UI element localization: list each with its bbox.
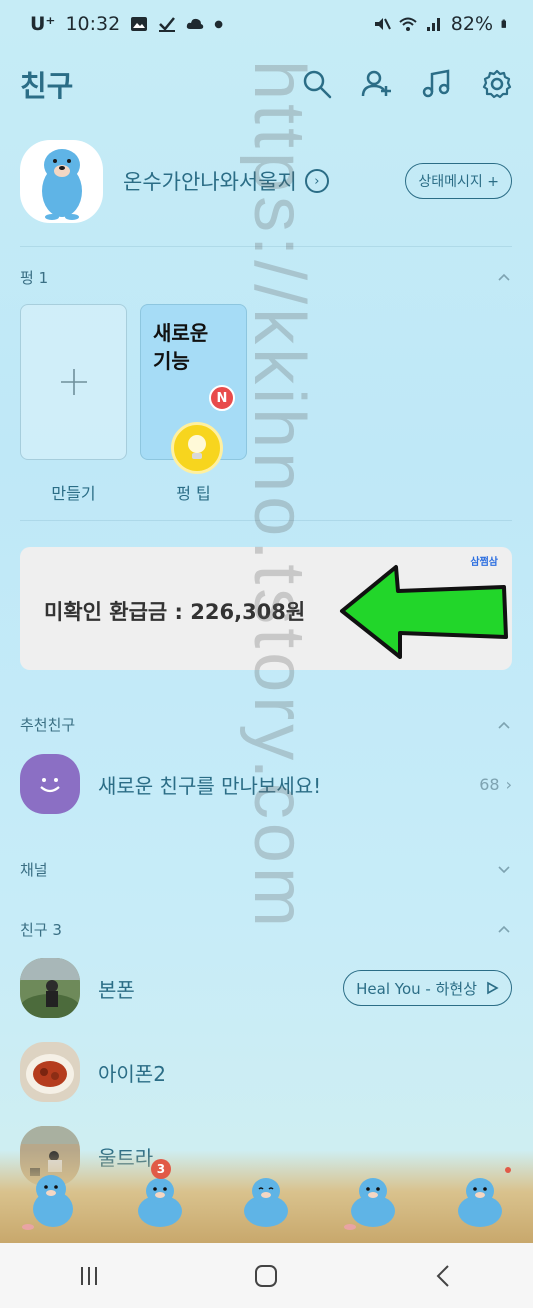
- tab-chats[interactable]: 3: [125, 1159, 195, 1235]
- music-title: Heal You - 하현상: [356, 979, 477, 998]
- home-icon[interactable]: [252, 1262, 280, 1290]
- new-badge: N: [209, 385, 235, 411]
- channel-section-label: 채널: [20, 861, 48, 879]
- recommended-friend-row[interactable]: 새로운 친구를 만나보세요! 68 ›: [20, 754, 512, 814]
- status-message-button[interactable]: 상태메시지 +: [405, 163, 512, 199]
- mascot-icon: [457, 1178, 502, 1227]
- smile-icon: [20, 754, 80, 814]
- search-icon[interactable]: [301, 68, 333, 100]
- my-avatar[interactable]: [20, 139, 103, 223]
- my-profile-row[interactable]: 온수가안나와서울지 › 상태메시지 +: [20, 138, 512, 224]
- carrier-label: U⁺: [30, 13, 56, 35]
- notification-dot-icon: ●: [214, 18, 223, 30]
- chevron-up-icon[interactable]: [497, 922, 511, 936]
- tip-card-title: 새로운 기능: [153, 321, 209, 373]
- tab-friends[interactable]: [18, 1165, 88, 1235]
- mascot-avatar-icon: [41, 149, 82, 220]
- page-title: 친구: [20, 69, 74, 103]
- checkbox-icon: [159, 17, 176, 32]
- divider: [20, 520, 512, 521]
- battery-percent: 82%: [450, 13, 493, 35]
- friend-name: 아이폰2: [98, 1061, 166, 1086]
- friends-section-label: 친구 3: [20, 921, 62, 939]
- mascot-icon: [244, 1178, 289, 1227]
- friend-name: 본폰: [98, 977, 135, 1002]
- system-navigation-bar: [0, 1243, 533, 1308]
- plus-icon: [60, 369, 87, 395]
- ad-banner[interactable]: 삼쩜삼 미확인 환급금 : 226,308원: [20, 547, 512, 670]
- mute-icon: [374, 18, 391, 30]
- recommended-text: 새로운 친구를 만나보세요!: [98, 773, 322, 798]
- chevron-up-icon[interactable]: [497, 270, 511, 284]
- tab-shopping[interactable]: [338, 1165, 408, 1235]
- app-header: 친구: [0, 56, 533, 112]
- status-time: 10:32: [65, 13, 121, 35]
- mascot-icon: [344, 1178, 396, 1230]
- recommended-section-label: 추천친구: [20, 716, 76, 734]
- pyeong-tip-card[interactable]: 새로운 기능 N: [140, 304, 247, 474]
- battery-icon: [501, 19, 506, 28]
- signal-icon: [426, 18, 440, 31]
- tab-view[interactable]: [231, 1165, 301, 1235]
- unread-badge: 3: [150, 1159, 171, 1179]
- back-icon[interactable]: [430, 1262, 458, 1290]
- bottom-tab-bar: 3: [0, 1150, 533, 1243]
- pyeong-section-label: 펑 1: [20, 269, 49, 287]
- friend-row[interactable]: 본폰 Heal You - 하현상: [20, 958, 512, 1018]
- status-bar: U⁺ 10:32 ● 82%: [0, 0, 533, 48]
- recent-apps-icon[interactable]: [75, 1262, 103, 1290]
- recommended-count: 68 ›: [479, 775, 512, 794]
- pyeong-tip-label: 펑 팁: [176, 484, 211, 503]
- divider: [20, 246, 512, 247]
- profile-music-button[interactable]: Heal You - 하현상: [343, 970, 512, 1006]
- create-pyeong-card[interactable]: [20, 304, 127, 460]
- chevron-right-circle-icon: ›: [304, 169, 329, 193]
- add-friend-icon[interactable]: [361, 68, 393, 100]
- music-icon[interactable]: [421, 68, 453, 100]
- chevron-up-icon[interactable]: [497, 718, 511, 732]
- chevron-down-icon[interactable]: [497, 862, 511, 876]
- new-dot-indicator: [504, 1167, 511, 1173]
- play-icon: [487, 981, 499, 995]
- green-arrow-icon: [340, 565, 508, 659]
- gallery-icon: [131, 17, 148, 31]
- lightbulb-icon: [171, 422, 223, 474]
- friend-avatar[interactable]: [20, 958, 80, 1018]
- cloud-icon: [187, 18, 204, 29]
- friend-avatar[interactable]: [20, 1042, 80, 1102]
- gear-icon[interactable]: [481, 68, 513, 100]
- recommended-count-label: 68: [479, 774, 500, 794]
- profile-name-label: 온수가안나와서울지: [123, 170, 297, 194]
- friend-row[interactable]: 아이폰2: [20, 1042, 512, 1102]
- tab-more[interactable]: [445, 1165, 515, 1235]
- chevron-right-icon: ›: [505, 774, 512, 794]
- profile-name[interactable]: 온수가안나와서울지 ›: [123, 166, 329, 196]
- mascot-icon: [22, 1175, 74, 1230]
- wifi-icon: [399, 17, 417, 31]
- create-pyeong-label: 만들기: [51, 484, 96, 503]
- ad-text: 미확인 환급금 : 226,308원: [44, 600, 306, 624]
